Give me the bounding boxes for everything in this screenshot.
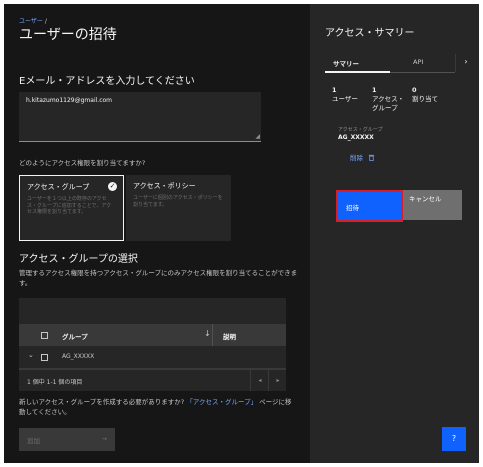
row-group-name: AG_XXXXX bbox=[62, 353, 95, 360]
trash-icon bbox=[368, 154, 375, 161]
summary-title: アクセス・サマリー bbox=[325, 28, 415, 39]
stat-label: 割り当て bbox=[412, 95, 438, 103]
delete-label: 削除 bbox=[350, 154, 363, 162]
access-group-card: アクセス・グループ AG_XXXXX 削除 bbox=[332, 123, 456, 174]
table-toolbar bbox=[19, 298, 286, 324]
arrow-down-icon[interactable]: ↓ bbox=[204, 329, 211, 338]
prev-page-icon[interactable]: ◂ bbox=[250, 370, 269, 391]
arrow-right-icon: → bbox=[101, 435, 107, 443]
stat-access-groups: 1 アクセス・グループ bbox=[372, 86, 410, 113]
delete-button[interactable]: 削除 bbox=[350, 152, 375, 162]
section-title: アクセス・グループの選択 bbox=[19, 254, 138, 265]
summary-panel: アクセス・サマリー サマリー API › 1 ユーザー 1 アクセス・グループ … bbox=[310, 4, 479, 463]
stat-number: 0 bbox=[412, 86, 417, 94]
page-title: ユーザーの招待 bbox=[19, 27, 117, 43]
main-panel: ユーザー / ユーザーの招待 Eメール・アドレスを入力してください h.kitaz… bbox=[4, 4, 310, 463]
tile-desc: ユーザーに個別のアクセス・ポリシーを割り当てます。 bbox=[133, 195, 223, 208]
stat-label: アクセス・グループ bbox=[372, 95, 405, 112]
tile-title: アクセス・ポリシー bbox=[133, 182, 196, 190]
access-group-link[interactable]: 「アクセス・グループ」 bbox=[186, 398, 257, 406]
table-header: グループ ↓ 説明 bbox=[19, 324, 286, 346]
stat-label: ユーザー bbox=[332, 95, 358, 103]
pagination-bar: 1 個中 1-1 個の項目 ◂ ▸ bbox=[19, 369, 286, 391]
pagination-text: 1 個中 1-1 個の項目 bbox=[27, 379, 83, 386]
section-desc: 管理するアクセス権限を持つアクセス・グループにのみアクセス権限を割り当てることが… bbox=[19, 269, 298, 287]
email-label: Eメール・アドレスを入力してください bbox=[19, 76, 195, 87]
card-label: アクセス・グループ bbox=[338, 127, 383, 133]
select-all-checkbox[interactable] bbox=[41, 332, 48, 339]
add-button[interactable]: 追加 → bbox=[19, 428, 115, 451]
tile-desc: ユーザーを１つ以上の既存のアクセス・グループに追加することで、アクセス権限を割り… bbox=[27, 196, 112, 215]
summary-tabs: サマリー API › bbox=[325, 54, 477, 73]
invite-button[interactable]: 招待 bbox=[336, 190, 403, 222]
email-value: h.kitazumo1129@gmail.com bbox=[26, 97, 113, 104]
chevron-right-icon[interactable]: › bbox=[455, 54, 476, 72]
column-header-group[interactable]: グループ bbox=[62, 331, 88, 341]
tab-summary[interactable]: サマリー bbox=[333, 58, 359, 68]
resize-handle-icon[interactable]: ◢ bbox=[255, 133, 260, 140]
stat-number: 1 bbox=[372, 86, 377, 94]
checkmark-icon: ✓ bbox=[108, 182, 117, 191]
table-row[interactable]: ⌄ AG_XXXXX bbox=[19, 346, 286, 369]
chevron-down-icon[interactable]: ⌄ bbox=[28, 351, 34, 359]
cancel-button[interactable]: キャンセル bbox=[403, 190, 462, 220]
stat-number: 1 bbox=[332, 86, 337, 94]
stat-assignments: 0 割り当て bbox=[412, 86, 438, 104]
column-header-description[interactable]: 説明 bbox=[223, 331, 236, 341]
card-value: AG_XXXXX bbox=[338, 134, 374, 141]
row-checkbox[interactable] bbox=[41, 354, 48, 361]
tile-title: アクセス・グループ bbox=[27, 183, 90, 191]
stat-users: 1 ユーザー bbox=[332, 86, 358, 104]
column-divider bbox=[212, 324, 213, 346]
tab-active-indicator bbox=[325, 71, 390, 73]
info-prefix: 新しいアクセス・グループを作成する必要がありますか? bbox=[19, 398, 187, 406]
tile-access-group[interactable]: アクセス・グループ ユーザーを１つ以上の既存のアクセス・グループに追加することで… bbox=[19, 175, 124, 241]
access-group-table: グループ ↓ 説明 ⌄ AG_XXXXX 1 個中 1-1 個の項目 ◂ ▸ bbox=[19, 298, 286, 391]
tile-access-policy[interactable]: アクセス・ポリシー ユーザーに個別のアクセス・ポリシーを割り当てます。 bbox=[126, 175, 231, 241]
tab-api[interactable]: API bbox=[413, 58, 423, 66]
add-button-label: 追加 bbox=[27, 437, 40, 445]
create-group-info: 新しいアクセス・グループを作成する必要がありますか? 「アクセス・グループ」 ペ… bbox=[19, 397, 294, 417]
next-page-icon[interactable]: ▸ bbox=[268, 370, 287, 391]
app-frame: ユーザー / ユーザーの招待 Eメール・アドレスを入力してください h.kitaz… bbox=[4, 4, 479, 463]
help-button[interactable]: ? bbox=[442, 427, 466, 451]
assign-question: どのようにアクセス権限を割り当てますか? bbox=[19, 159, 146, 167]
email-textarea[interactable]: h.kitazumo1129@gmail.com ◢ bbox=[19, 92, 261, 142]
